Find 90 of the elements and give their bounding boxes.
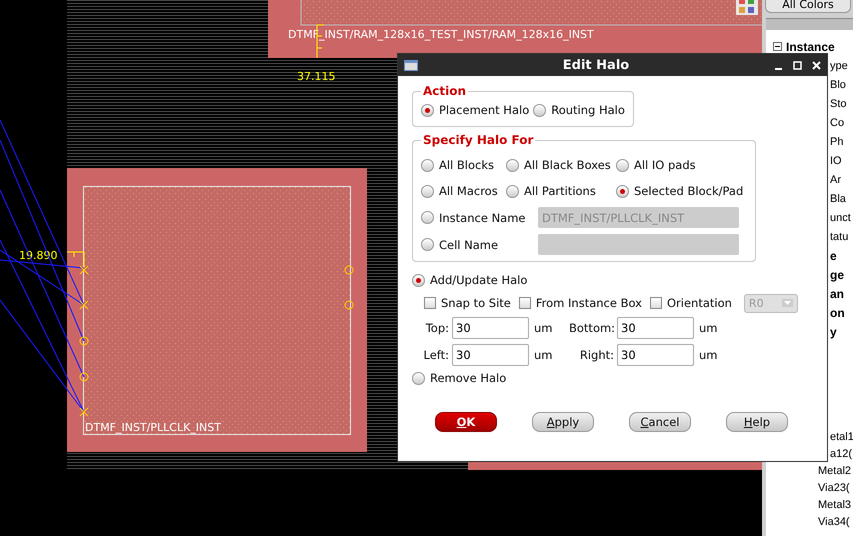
field-label: Bottom:	[569, 320, 616, 334]
color-palette-icon[interactable]	[736, 0, 758, 15]
tree-item[interactable]: Metal3	[818, 498, 852, 510]
checkbox[interactable]	[650, 297, 662, 309]
halo-value-field[interactable]: 30	[617, 344, 694, 366]
checkbox-label: From Instance Box	[536, 296, 642, 310]
tree-item[interactable]: Instance	[786, 40, 835, 54]
maximize-icon[interactable]	[793, 60, 802, 70]
tree-item[interactable]: IO	[830, 154, 842, 166]
tree-item[interactable]: Metal2	[818, 464, 852, 476]
group-title: Action	[422, 84, 468, 98]
pin-marker	[80, 372, 88, 382]
radio-button[interactable]	[506, 158, 519, 172]
checkbox-label: Orientation	[666, 296, 732, 310]
ok-button[interactable]: OK	[435, 412, 497, 432]
unit-label: um	[698, 320, 718, 334]
tree-item[interactable]: Co	[830, 116, 844, 128]
ruler-mark	[66, 252, 84, 268]
radio-button[interactable]	[421, 211, 434, 224]
collapse-icon[interactable]	[773, 42, 782, 51]
unit-label: um	[698, 348, 718, 362]
tree-item[interactable]: on	[830, 306, 845, 320]
checkbox[interactable]	[424, 297, 436, 309]
radio-button[interactable]	[533, 104, 546, 116]
caret-icon	[782, 299, 793, 307]
tree-item[interactable]: y	[830, 324, 837, 338]
radio-button[interactable]	[506, 184, 519, 198]
tree-item[interactable]: unct	[830, 212, 851, 224]
close-icon[interactable]	[812, 60, 821, 70]
field-label: Right:	[578, 348, 615, 362]
field-label: Top:	[424, 320, 450, 334]
pin-marker	[80, 266, 88, 274]
tree-item[interactable]: Sto	[830, 98, 847, 110]
radio-button[interactable]	[412, 372, 425, 384]
radio-label: Cell Name	[439, 238, 498, 252]
radio-label: Routing Halo	[551, 103, 625, 117]
tree-item[interactable]: Bla	[830, 192, 846, 204]
halo-value-field[interactable]: 30	[452, 316, 529, 338]
tree-item[interactable]: e	[830, 248, 837, 262]
radio-label: Remove Halo	[430, 371, 506, 385]
radio-button[interactable]	[421, 158, 434, 172]
radio-label: All Partitions	[524, 184, 596, 198]
radio-label: All Blocks	[439, 158, 494, 172]
unit-label: um	[533, 320, 554, 334]
window-icon	[404, 60, 418, 70]
all-colors-button[interactable]: All Colors	[765, 0, 851, 13]
radio-label: Add/Update Halo	[430, 273, 528, 287]
tree-item[interactable]: Via34(	[818, 516, 850, 528]
dialog-button[interactable]: Apply	[532, 412, 594, 432]
radio-button[interactable]	[616, 158, 629, 172]
measurement-label: 37.115	[297, 70, 336, 83]
tree-item[interactable]: Ar	[830, 174, 841, 186]
radio-label: Selected Block/Pad	[634, 184, 744, 198]
radio-button[interactable]	[412, 274, 425, 286]
halo-value-field[interactable]: 30	[617, 316, 694, 338]
radio-button[interactable]	[616, 184, 629, 198]
radio-button[interactable]	[421, 104, 434, 116]
radio-button[interactable]	[421, 184, 434, 198]
tree-item[interactable]: a12(	[830, 448, 852, 460]
radio-option[interactable]: Placement Halo	[421, 100, 530, 120]
radio-label: All Macros	[439, 184, 498, 198]
pin-marker	[80, 336, 88, 346]
checkbox-label: Snap to Site	[441, 296, 511, 310]
radio-option[interactable]: Routing Halo	[533, 100, 625, 120]
tree-item[interactable]: Via23(	[818, 482, 850, 494]
tree-item[interactable]: an	[830, 286, 844, 300]
instance-label: DTMF_INST/PLLCLK_INST	[85, 421, 221, 434]
group-title: Specify Halo For	[422, 133, 534, 147]
unit-label: um	[533, 348, 554, 362]
pin-marker	[80, 300, 88, 310]
window-title: Edit Halo	[562, 58, 630, 72]
tree-item[interactable]: ge	[830, 268, 844, 282]
pin-marker	[80, 408, 88, 416]
pin-marker	[344, 300, 354, 310]
halo-value-field[interactable]: 30	[452, 344, 529, 366]
tree-item[interactable]: tatu	[830, 230, 848, 242]
tree-item[interactable]: Ph	[830, 136, 844, 148]
tree-item[interactable]: etal1	[830, 430, 853, 442]
field-label: Left:	[422, 348, 450, 362]
radio-label: Placement Halo	[439, 103, 530, 117]
tree-item[interactable]: ype	[830, 60, 848, 72]
radio-button[interactable]	[421, 238, 434, 251]
tree-item[interactable]: Blo	[830, 78, 846, 90]
dialog-button[interactable]: Cancel	[629, 412, 691, 432]
radio-label: All Black Boxes	[524, 158, 611, 172]
pin-marker	[344, 266, 354, 274]
checkbox[interactable]	[518, 297, 531, 309]
radio-label: All IO pads	[634, 158, 696, 172]
dialog-button[interactable]: Help	[726, 412, 788, 432]
radio-label: Instance Name	[439, 210, 526, 224]
